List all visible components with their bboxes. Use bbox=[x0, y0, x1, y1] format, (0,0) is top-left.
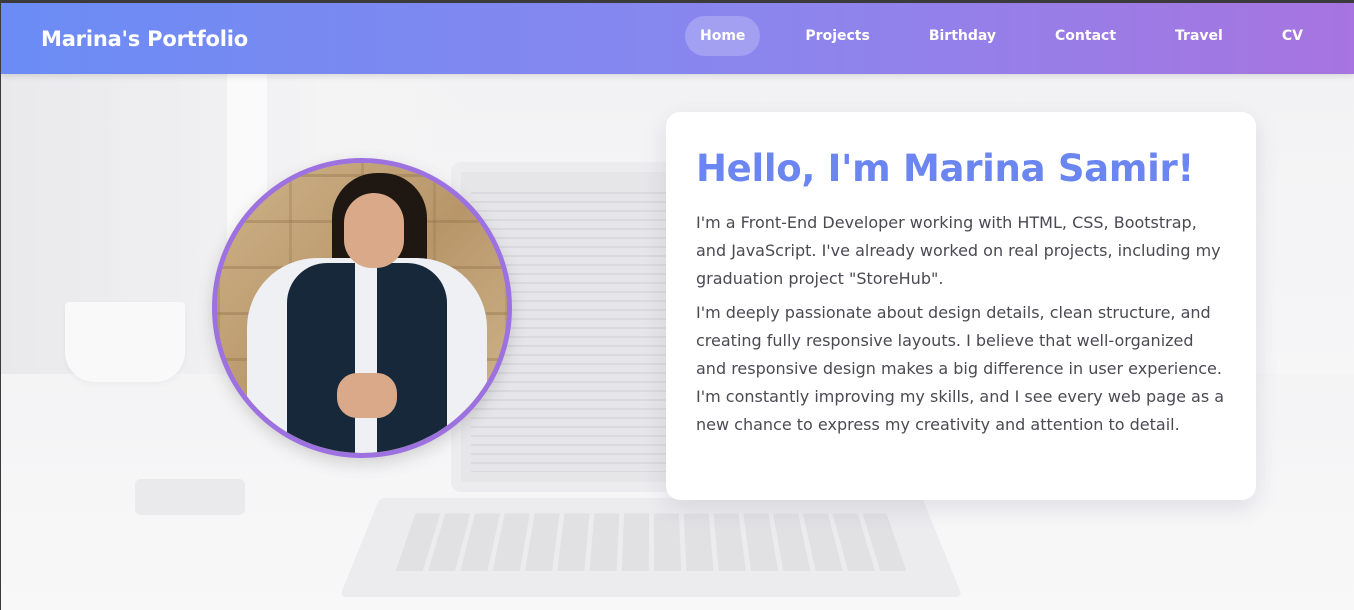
hero-heading: Hello, I'm Marina Samir! bbox=[696, 147, 1194, 190]
nav-link-contact[interactable]: Contact bbox=[1040, 16, 1131, 56]
intro-paragraph-1: I'm a Front-End Developer working with H… bbox=[696, 213, 1221, 288]
intro-card: Hello, I'm Marina Samir! I'm a Front-End… bbox=[666, 112, 1256, 500]
nav-links: Home Projects Birthday Contact Travel CV bbox=[685, 16, 1318, 56]
nav-link-projects[interactable]: Projects bbox=[790, 16, 884, 56]
nav-link-cv[interactable]: CV bbox=[1267, 16, 1318, 56]
nav-link-travel[interactable]: Travel bbox=[1160, 16, 1238, 56]
top-navbar: Marina's Portfolio Home Projects Birthda… bbox=[1, 3, 1354, 74]
site-brand[interactable]: Marina's Portfolio bbox=[41, 27, 248, 51]
browser-viewport: Marina's Portfolio Home Projects Birthda… bbox=[0, 0, 1354, 610]
intro-paragraph-2: I'm deeply passionate about design detai… bbox=[696, 303, 1225, 434]
nav-link-home[interactable]: Home bbox=[685, 16, 761, 56]
profile-photo bbox=[212, 158, 512, 458]
photo-hands bbox=[337, 373, 397, 418]
photo-face bbox=[344, 193, 404, 268]
photo-vest-opening bbox=[355, 263, 377, 453]
nav-link-birthday[interactable]: Birthday bbox=[914, 16, 1011, 56]
